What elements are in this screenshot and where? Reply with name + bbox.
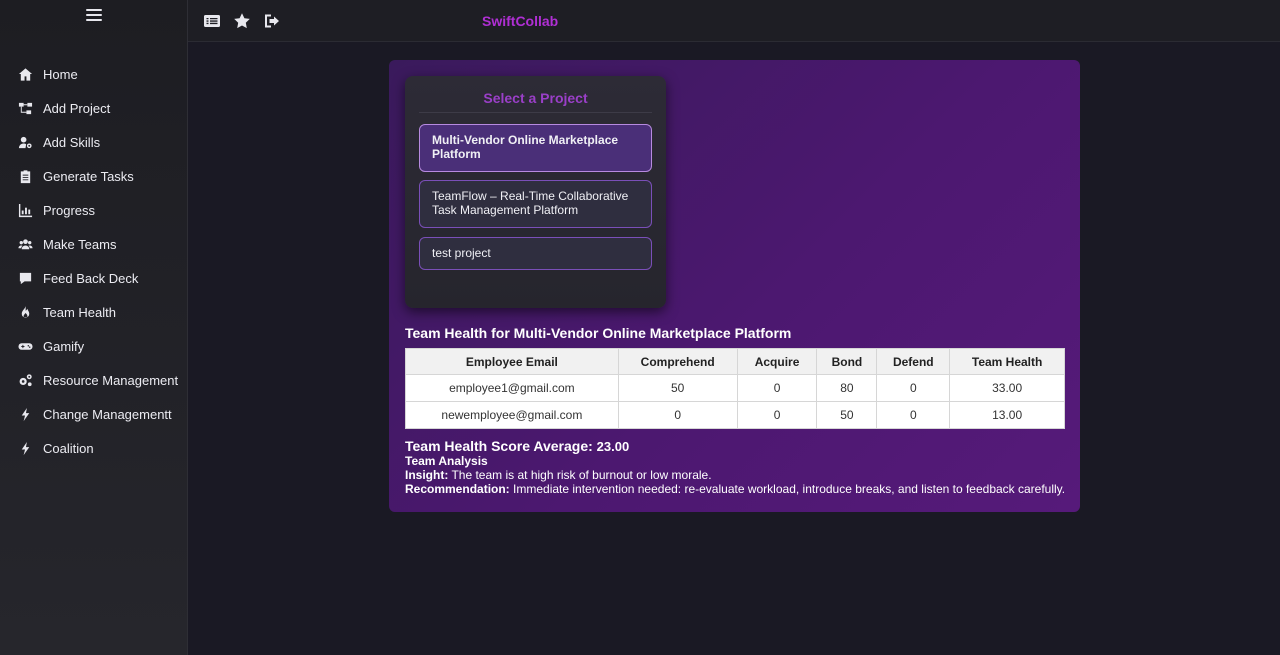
cell-team-health: 33.00 [949, 374, 1065, 402]
sidebar-item-label: Make Teams [43, 236, 117, 252]
home-icon [17, 66, 33, 82]
users-icon [17, 236, 33, 252]
cell-defend: 0 [876, 401, 951, 429]
sidebar-item-resource-management[interactable]: Resource Management [0, 363, 188, 397]
fire-icon [17, 304, 33, 320]
cell-email: employee1@gmail.com [405, 374, 619, 402]
sidebar-item-generate-tasks[interactable]: Generate Tasks [0, 159, 188, 193]
topbar-icons [202, 11, 281, 30]
sidebar-item-label: Generate Tasks [43, 168, 134, 184]
bolt-icon [17, 440, 33, 456]
sidebar-item-label: Feed Back Deck [43, 270, 139, 286]
analysis-title: Team Analysis [405, 454, 488, 468]
average-label: Team Health Score Average: [405, 438, 593, 454]
recommendation-label: Recommendation: [405, 482, 510, 496]
sidebar-item-label: Add Skills [43, 134, 101, 150]
column-header: Employee Email [405, 348, 619, 375]
insight-label: Insight: [405, 468, 449, 482]
table-row: employee1@gmail.com 50 0 80 0 33.00 [405, 374, 1065, 402]
sidebar-item-label: Resource Management [43, 372, 179, 388]
sidebar-item-label: Coalition [43, 440, 94, 456]
cell-defend: 0 [876, 374, 951, 402]
sidebar-item-label: Home [43, 66, 78, 82]
sidebar-item-team-health[interactable]: Team Health [0, 295, 188, 329]
team-health-panel: Select a Project Multi-Vendor Online Mar… [389, 60, 1080, 512]
team-health-heading: Team Health for Multi-Vendor Online Mark… [405, 325, 792, 341]
cell-comprehend: 0 [617, 401, 738, 429]
cell-bond: 80 [816, 374, 878, 402]
sidebar-item-feedback-deck[interactable]: Feed Back Deck [0, 261, 188, 295]
sidebar-nav: Home Add Project Add Skills Generate Tas… [0, 57, 188, 465]
team-analysis: Team Analysis Insight: The team is at hi… [405, 454, 1065, 496]
sidebar-item-progress[interactable]: Progress [0, 193, 188, 227]
column-header: Bond [816, 348, 878, 375]
cell-team-health: 13.00 [949, 401, 1065, 429]
team-health-average: Team Health Score Average: 23.00 [405, 438, 629, 454]
sidebar-item-label: Change Managementt [43, 406, 172, 422]
cogs-icon [17, 372, 33, 388]
sidebar-item-label: Team Health [43, 304, 116, 320]
column-header: Team Health [949, 348, 1065, 375]
star-icon[interactable] [232, 11, 251, 30]
sidebar-item-make-teams[interactable]: Make Teams [0, 227, 188, 261]
table-header-row: Employee Email Comprehend Acquire Bond D… [405, 348, 1065, 375]
sidebar: Home Add Project Add Skills Generate Tas… [0, 0, 188, 655]
comment-icon [17, 270, 33, 286]
recommendation-text: Immediate intervention needed: re-evalua… [513, 482, 1066, 496]
project-option[interactable]: TeamFlow – Real-Time Collaborative Task … [419, 180, 652, 228]
list-icon[interactable] [202, 11, 221, 30]
cell-bond: 50 [816, 401, 878, 429]
app-brand: SwiftCollab [482, 13, 559, 29]
column-header: Defend [876, 348, 951, 375]
table-row: newemployee@gmail.com 0 0 50 0 13.00 [405, 401, 1065, 429]
project-option-selected[interactable]: Multi-Vendor Online Marketplace Platform [419, 124, 652, 172]
sidebar-item-label: Add Project [43, 100, 111, 116]
gamepad-icon [17, 338, 33, 354]
average-value: 23.00 [596, 439, 630, 454]
bolt-icon [17, 406, 33, 422]
cell-acquire: 0 [736, 401, 818, 429]
logout-icon[interactable] [262, 11, 281, 30]
project-option[interactable]: test project [419, 237, 652, 270]
team-health-table: Employee Email Comprehend Acquire Bond D… [405, 348, 1065, 429]
sidebar-item-coalition[interactable]: Coalition [0, 431, 188, 465]
sidebar-item-change-management[interactable]: Change Managementt [0, 397, 188, 431]
sidebar-item-gamify[interactable]: Gamify [0, 329, 188, 363]
cell-acquire: 0 [736, 374, 818, 402]
sidebar-item-add-project[interactable]: Add Project [0, 91, 188, 125]
column-header: Acquire [736, 348, 818, 375]
sidebar-item-label: Gamify [43, 338, 85, 354]
topbar: SwiftCollab [188, 0, 1280, 42]
cell-email: newemployee@gmail.com [405, 401, 619, 429]
user-gear-icon [17, 134, 33, 150]
sidebar-item-add-skills[interactable]: Add Skills [0, 125, 188, 159]
sidebar-item-home[interactable]: Home [0, 57, 188, 91]
project-selector-title: Select a Project [419, 90, 652, 113]
column-header: Comprehend [617, 348, 738, 375]
sitemap-icon [17, 100, 33, 116]
insight-text: The team is at high risk of burnout or l… [451, 468, 712, 482]
cell-comprehend: 50 [617, 374, 738, 402]
bar-chart-icon [17, 202, 33, 218]
menu-toggle-icon[interactable] [85, 7, 103, 23]
clipboard-icon [17, 168, 33, 184]
sidebar-item-label: Progress [43, 202, 96, 218]
project-selector-card: Select a Project Multi-Vendor Online Mar… [405, 76, 666, 308]
